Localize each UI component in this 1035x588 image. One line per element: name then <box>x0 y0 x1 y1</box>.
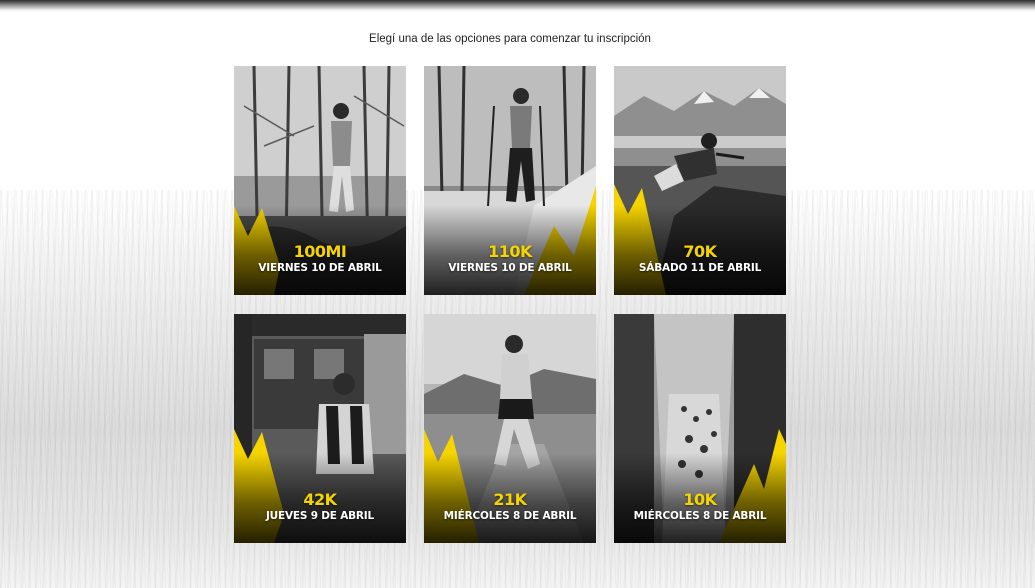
page-subtitle: Elegí una de las opciones para comenzar … <box>369 33 651 45</box>
race-card-21k[interactable]: 21K MIÉRCOLES 8 DE ABRIL <box>424 314 596 543</box>
race-date: VIERNES 10 DE ABRIL <box>258 262 382 274</box>
race-distance: 100MI <box>293 242 347 261</box>
race-options-grid: 100MI VIERNES 10 DE ABRIL 110K VIERNES 1… <box>234 66 786 543</box>
race-card-42k[interactable]: 42K JUEVES 9 DE ABRIL <box>234 314 406 543</box>
race-date: SÁBADO 11 DE ABRIL <box>638 262 762 274</box>
race-date: MIÉRCOLES 8 DE ABRIL <box>443 510 577 522</box>
race-distance: 21K <box>493 490 527 509</box>
race-card-100mi[interactable]: 100MI VIERNES 10 DE ABRIL <box>234 66 406 295</box>
race-distance: 110K <box>488 242 532 261</box>
race-card-70k[interactable]: 70K SÁBADO 11 DE ABRIL <box>614 66 786 295</box>
race-date: MIÉRCOLES 8 DE ABRIL <box>633 510 767 522</box>
race-date: VIERNES 10 DE ABRIL <box>448 262 572 274</box>
race-card-110k[interactable]: 110K VIERNES 10 DE ABRIL <box>424 66 596 295</box>
race-card-10k[interactable]: 10K MIÉRCOLES 8 DE ABRIL <box>614 314 786 543</box>
top-bar <box>0 0 1035 12</box>
race-distance: 42K <box>303 490 337 509</box>
race-distance: 10K <box>683 490 717 509</box>
race-distance: 70K <box>683 242 717 261</box>
race-date: JUEVES 9 DE ABRIL <box>265 510 375 522</box>
